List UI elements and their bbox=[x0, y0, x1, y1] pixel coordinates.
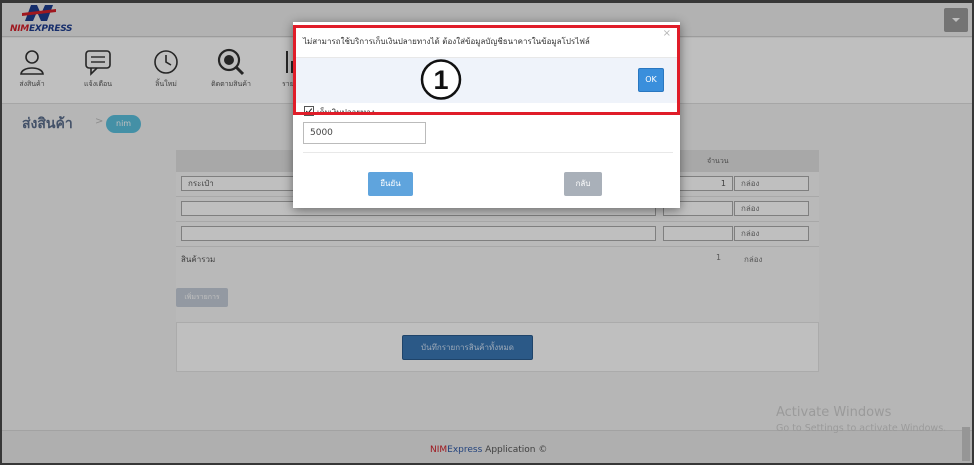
confirm-button[interactable]: ยืนยัน bbox=[368, 172, 413, 196]
annotation-highlight-box bbox=[293, 25, 680, 115]
watermark-line-1: Activate Windows bbox=[776, 405, 892, 420]
cod-amount-input[interactable]: 5000 bbox=[303, 122, 426, 144]
windows-activation-watermark: Activate Windows Go to Settings to activ… bbox=[776, 405, 946, 434]
watermark-line-2: Go to Settings to activate Windows. bbox=[776, 423, 947, 434]
back-button[interactable]: กลับ bbox=[564, 172, 602, 196]
dialog-divider bbox=[303, 152, 673, 153]
